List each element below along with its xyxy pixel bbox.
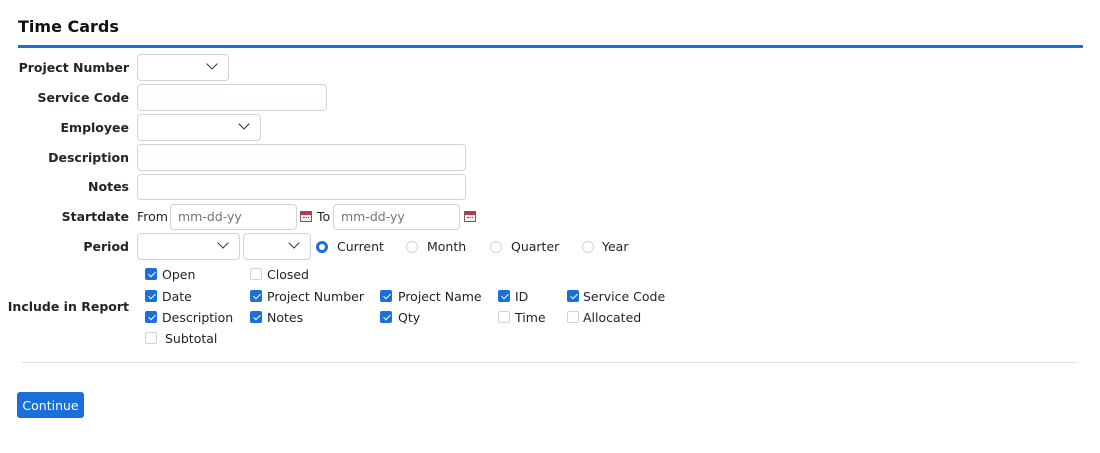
period-option-label: Month <box>427 239 467 254</box>
chevron-down-icon <box>238 118 250 130</box>
include-option-label: Time <box>515 310 546 325</box>
period-radio-month[interactable] <box>406 241 418 253</box>
calendar-icon[interactable] <box>300 211 312 222</box>
notes-input[interactable] <box>137 174 466 200</box>
period-option-label: Year <box>602 239 629 254</box>
chevron-down-icon <box>206 58 218 70</box>
include-option-label: Project Name <box>398 289 482 304</box>
page-header: Time Cards <box>18 17 1083 48</box>
employee-label: Employee <box>60 120 130 135</box>
chevron-down-icon <box>217 237 229 249</box>
include-checkbox-open[interactable] <box>145 268 157 280</box>
include-option-label: Closed <box>267 267 309 282</box>
include-option-label: Service Code <box>583 289 666 304</box>
period-radio-quarter[interactable] <box>490 241 502 253</box>
page-title: Time Cards <box>18 17 119 36</box>
startdate-label: Startdate <box>61 209 129 224</box>
chevron-down-icon <box>288 237 300 249</box>
period-option-label: Current <box>337 239 384 254</box>
period-option-label: Quarter <box>511 239 560 254</box>
include-checkbox-id[interactable] <box>498 290 510 302</box>
include-option-label: Notes <box>267 310 304 325</box>
period-label: Period <box>83 239 129 254</box>
start-date-to-input[interactable]: mm-dd-yy <box>333 204 460 230</box>
description-input[interactable] <box>137 144 466 171</box>
include-option-label: Project Number <box>267 289 364 304</box>
section-divider <box>21 362 1078 363</box>
include-checkbox-date[interactable] <box>145 290 157 302</box>
include-checkbox-service-code[interactable] <box>567 290 579 302</box>
period-radio-year[interactable] <box>582 241 594 253</box>
continue-button[interactable]: Continue <box>17 392 84 418</box>
include-option-label: Open <box>162 267 196 282</box>
include-option-label: Description <box>162 310 234 325</box>
include-option-label: ID <box>515 289 529 304</box>
service-code-label: Service Code <box>37 90 129 105</box>
include-checkbox-project-number[interactable] <box>250 290 262 302</box>
period-radio-current[interactable] <box>316 241 328 253</box>
include-checkbox-qty[interactable] <box>380 311 392 323</box>
period-select-1[interactable] <box>137 233 240 260</box>
date-placeholder: mm-dd-yy <box>178 209 242 224</box>
calendar-icon[interactable] <box>464 211 476 222</box>
project-number-label: Project Number <box>18 60 129 75</box>
include-checkbox-description[interactable] <box>145 311 157 323</box>
include-checkbox-notes[interactable] <box>250 311 262 323</box>
period-select-2[interactable] <box>243 233 311 260</box>
include-checkbox-subtotal[interactable] <box>145 332 157 344</box>
notes-label: Notes <box>88 179 129 194</box>
include-checkbox-allocated[interactable] <box>567 311 579 323</box>
include-option-label: Qty <box>398 310 421 325</box>
include-checkbox-project-name[interactable] <box>380 290 392 302</box>
include-checkbox-closed[interactable] <box>250 268 262 280</box>
to-label: To <box>317 209 331 224</box>
employee-select[interactable] <box>137 114 261 141</box>
project-number-select[interactable] <box>137 54 229 81</box>
start-date-from-input[interactable]: mm-dd-yy <box>170 204 297 230</box>
include-option-label: Date <box>162 289 192 304</box>
description-label: Description <box>48 150 129 165</box>
from-label: From <box>137 209 168 224</box>
include-in-report-label: Include in Report <box>7 299 129 314</box>
service-code-input[interactable] <box>137 84 327 111</box>
date-placeholder: mm-dd-yy <box>341 209 405 224</box>
include-option-label: Subtotal <box>165 331 218 346</box>
include-option-label: Allocated <box>583 310 642 325</box>
include-checkbox-time[interactable] <box>498 311 510 323</box>
